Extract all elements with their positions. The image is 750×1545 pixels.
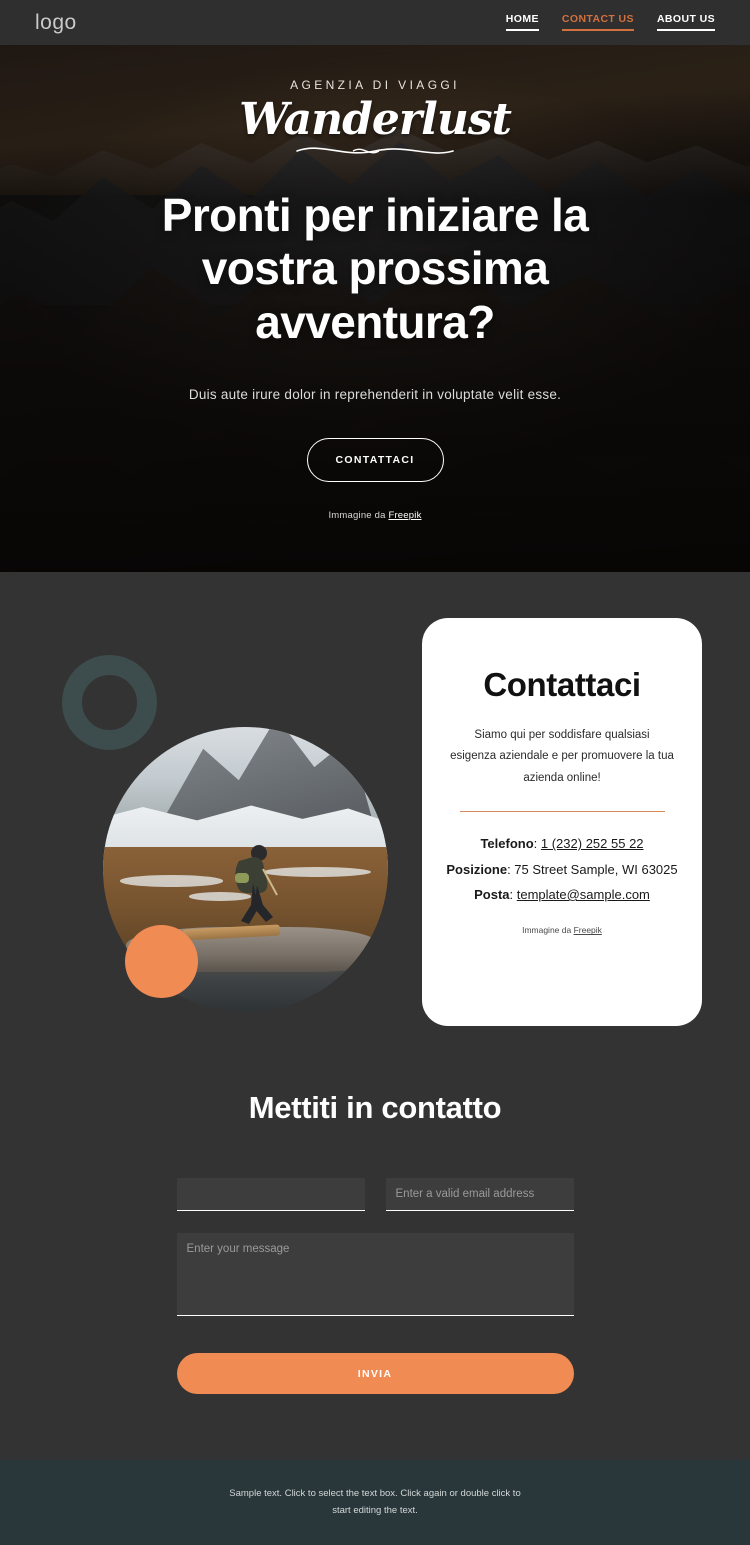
email-input[interactable] bbox=[385, 1178, 574, 1211]
contact-mail-separator: : bbox=[509, 887, 517, 903]
name-input[interactable] bbox=[176, 1178, 365, 1211]
contact-card: Contattaci Siamo qui per soddisfare qual… bbox=[422, 618, 702, 1026]
message-textarea[interactable] bbox=[176, 1233, 574, 1316]
get-in-touch-section: Mettiti in contatto INVIA bbox=[0, 1090, 750, 1394]
contact-mail-value[interactable]: template@sample.com bbox=[517, 887, 650, 902]
nav-link-home[interactable]: HOME bbox=[505, 14, 539, 31]
card-image-credit: Immagine da Freepik bbox=[444, 925, 680, 935]
hero-headline: Pronti per iniziare la vostra prossima a… bbox=[161, 189, 589, 348]
wordmark-flourish-icon bbox=[296, 147, 454, 154]
page-root: logo HOME CONTACT US ABOUT US AGENZIA DI… bbox=[0, 0, 750, 1545]
footer: Sample text. Click to select the text bo… bbox=[0, 1460, 750, 1545]
hero-credit-prefix: Immagine da bbox=[328, 510, 389, 522]
form-row-top bbox=[176, 1178, 574, 1211]
hero-content: AGENZIA DI VIAGGI Wanderlust Pronti per … bbox=[0, 45, 750, 572]
contact-card-description: Siamo qui per soddisfare qualsiasi esige… bbox=[450, 729, 674, 784]
hero-kicker: AGENZIA DI VIAGGI bbox=[290, 78, 460, 92]
contact-details: Telefono: 1 (232) 252 55 22 Posizione: 7… bbox=[444, 831, 680, 907]
contact-location-label: Posizione bbox=[446, 861, 508, 877]
footer-text[interactable]: Sample text. Click to select the text bo… bbox=[225, 1486, 525, 1519]
contact-phone-label: Telefono bbox=[480, 836, 534, 852]
hero-contact-button-label: CONTATTACI bbox=[335, 454, 415, 467]
contact-card-title: Contattaci bbox=[483, 666, 641, 703]
contact-card-divider bbox=[459, 810, 665, 813]
hero-wordmark: Wanderlust bbox=[239, 94, 512, 145]
contact-location-row: Posizione: 75 Street Sample, WI 63025 bbox=[444, 857, 680, 882]
hero-subtitle: Duis aute irure dolor in reprehenderit i… bbox=[188, 387, 562, 403]
card-credit-link[interactable]: Freepik bbox=[574, 925, 602, 935]
hero-credit-link[interactable]: Freepik bbox=[388, 510, 421, 521]
submit-button[interactable]: INVIA bbox=[176, 1353, 574, 1394]
nav-links: HOME CONTACT US ABOUT US bbox=[505, 14, 715, 31]
decorative-orange-circle bbox=[125, 925, 198, 998]
hero-wordmark-block: Wanderlust bbox=[239, 92, 512, 158]
hero-image-credit: Immagine da Freepik bbox=[328, 510, 421, 521]
top-navbar: logo HOME CONTACT US ABOUT US bbox=[0, 0, 750, 45]
contact-phone-row: Telefono: 1 (232) 252 55 22 bbox=[444, 831, 680, 856]
site-logo[interactable]: logo bbox=[35, 11, 77, 35]
hiker-figure-icon bbox=[234, 845, 278, 925]
contact-phone-value[interactable]: 1 (232) 252 55 22 bbox=[541, 836, 644, 851]
nav-link-contact-us[interactable]: CONTACT US bbox=[561, 14, 634, 31]
nav-link-about-us[interactable]: ABOUT US bbox=[656, 14, 715, 31]
contact-phone-separator: : bbox=[533, 836, 541, 852]
contact-mail-row: Posta: template@sample.com bbox=[444, 882, 680, 907]
photo-snow-streak bbox=[120, 875, 223, 887]
contact-form: INVIA bbox=[176, 1178, 574, 1394]
contact-mail-label: Posta bbox=[474, 887, 510, 903]
form-title: Mettiti in contatto bbox=[248, 1090, 502, 1125]
card-credit-prefix: Immagine da bbox=[522, 925, 574, 936]
hero-contact-button[interactable]: CONTATTACI bbox=[306, 438, 444, 483]
hero-section: AGENZIA DI VIAGGI Wanderlust Pronti per … bbox=[0, 45, 750, 572]
contact-location-value: 75 Street Sample, WI 63025 bbox=[514, 861, 678, 877]
